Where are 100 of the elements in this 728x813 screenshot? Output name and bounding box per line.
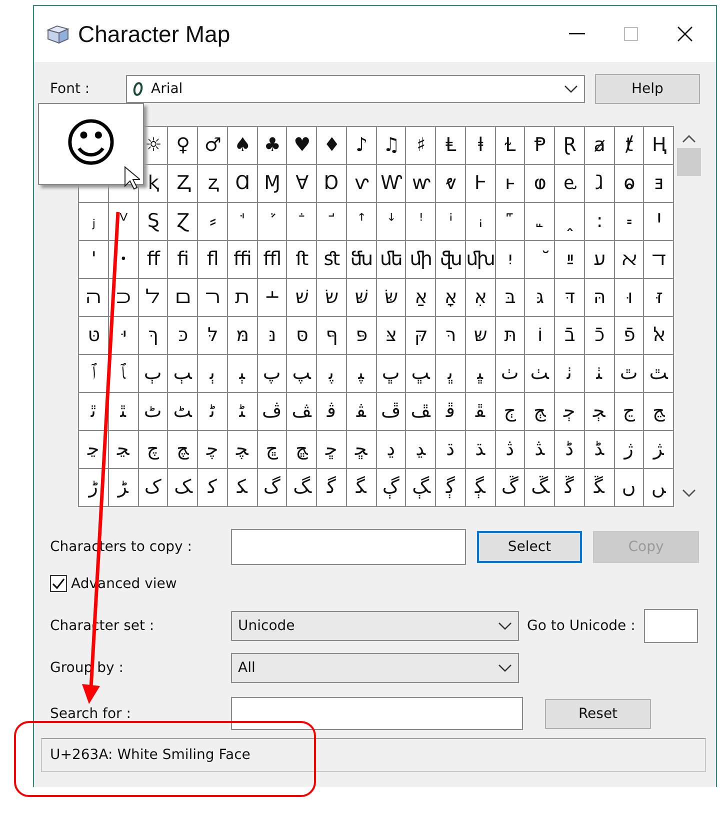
character-cell[interactable]: כּ: [168, 317, 198, 355]
character-cell[interactable]: ﭨ: [198, 393, 228, 431]
character-cell[interactable]: ꜙ: [287, 203, 317, 241]
character-cell[interactable]: קּ: [406, 317, 436, 355]
character-cell[interactable]: ﭲ: [496, 393, 526, 431]
character-cell[interactable]: ﮕ: [346, 469, 376, 507]
character-cell[interactable]: ꜞ: [436, 203, 466, 241]
character-cell[interactable]: ﭭ: [346, 393, 376, 431]
character-cell[interactable]: ﭐ: [79, 355, 109, 393]
character-cell[interactable]: Ᵽ: [525, 127, 555, 165]
character-cell[interactable]: ﮊ: [614, 431, 644, 469]
character-cell[interactable]: ꞏ: [108, 241, 138, 279]
character-cell[interactable]: יִ: [496, 241, 526, 279]
character-cell[interactable]: ﬨ: [228, 279, 258, 317]
character-cell[interactable]: ﭰ: [436, 393, 466, 431]
character-cell[interactable]: ﮜ: [555, 469, 585, 507]
character-cell[interactable]: ﬅ: [287, 241, 317, 279]
character-cell[interactable]: ﮆ: [496, 431, 526, 469]
character-cell[interactable]: ﭣ: [644, 355, 674, 393]
character-cell[interactable]: ﭜ: [436, 355, 466, 393]
character-cell[interactable]: לּ: [198, 317, 228, 355]
character-cell[interactable]: ײַ: [555, 241, 585, 279]
character-cell[interactable]: כֿ: [584, 317, 614, 355]
character-cell[interactable]: ﬗ: [466, 241, 496, 279]
scroll-thumb[interactable]: [677, 148, 701, 176]
go-to-unicode-field[interactable]: [644, 609, 698, 643]
character-cell[interactable]: ףּ: [317, 317, 347, 355]
character-cell[interactable]: ⱷ: [525, 165, 555, 203]
character-cell[interactable]: ﭻ: [168, 431, 198, 469]
character-cell[interactable]: ﭠ: [555, 355, 585, 393]
character-cell[interactable]: ﮓ: [287, 469, 317, 507]
character-cell[interactable]: ﭧ: [168, 393, 198, 431]
character-cell[interactable]: ꜠: [496, 203, 526, 241]
character-cell[interactable]: ﮅ: [466, 431, 496, 469]
character-cell[interactable]: ﭴ: [555, 393, 585, 431]
character-cell[interactable]: ﬩: [258, 279, 288, 317]
character-cell[interactable]: ﭒ: [138, 355, 168, 393]
scroll-down-icon[interactable]: [682, 488, 696, 498]
character-cell[interactable]: ﭙ: [346, 355, 376, 393]
character-cell[interactable]: ﬦ: [168, 279, 198, 317]
character-cell[interactable]: אּ: [466, 279, 496, 317]
character-cell[interactable]: ﭽ: [228, 431, 258, 469]
character-cell[interactable]: ⱶ: [496, 165, 526, 203]
character-cell[interactable]: ﬓ: [346, 241, 376, 279]
character-cell[interactable]: ﮎ: [138, 469, 168, 507]
character-cell[interactable]: ⱦ: [614, 127, 644, 165]
character-cell[interactable]: ﬕ: [406, 241, 436, 279]
character-cell[interactable]: ﮟ: [644, 469, 674, 507]
character-cell[interactable]: שּׂ: [376, 279, 406, 317]
character-cell[interactable]: ﭓ: [168, 355, 198, 393]
character-cell[interactable]: ⱬ: [198, 165, 228, 203]
character-cell[interactable]: Ɒ: [317, 165, 347, 203]
character-cell[interactable]: ♀: [168, 127, 198, 165]
character-cell[interactable]: ⱺ: [614, 165, 644, 203]
character-cell[interactable]: ﭏ: [644, 317, 674, 355]
character-cell[interactable]: ♯: [406, 127, 436, 165]
character-cell[interactable]: צּ: [376, 317, 406, 355]
character-cell[interactable]: דּ: [555, 279, 585, 317]
character-cell[interactable]: Ⱬ: [168, 165, 198, 203]
character-cell[interactable]: ♪: [346, 127, 376, 165]
character-cell[interactable]: ﬠ: [584, 241, 614, 279]
character-cell[interactable]: אָ: [436, 279, 466, 317]
character-cell[interactable]: ﭶ: [614, 393, 644, 431]
character-cell[interactable]: ﭮ: [376, 393, 406, 431]
character-cell[interactable]: ﭔ: [198, 355, 228, 393]
character-cell[interactable]: ﮝ: [584, 469, 614, 507]
character-cell[interactable]: ﭖ: [258, 355, 288, 393]
character-cell[interactable]: שׂ: [317, 279, 347, 317]
character-cell[interactable]: ﬃ: [228, 241, 258, 279]
character-cell[interactable]: ﭕ: [228, 355, 258, 393]
character-cell[interactable]: Ⱳ: [376, 165, 406, 203]
character-cell[interactable]: ﮗ: [406, 469, 436, 507]
character-cell[interactable]: ﬧ: [198, 279, 228, 317]
character-cell[interactable]: ﭷ: [644, 393, 674, 431]
character-cell[interactable]: Ꞌ: [644, 203, 674, 241]
character-cell[interactable]: ﮂ: [376, 431, 406, 469]
character-cell[interactable]: ⱳ: [406, 165, 436, 203]
character-cell[interactable]: Ⱡ: [436, 127, 466, 165]
character-cell[interactable]: ﮛ: [525, 469, 555, 507]
character-cell[interactable]: ﭸ: [79, 431, 109, 469]
character-cell[interactable]: ꞊: [614, 203, 644, 241]
character-cell[interactable]: ﭚ: [376, 355, 406, 393]
character-cell[interactable]: ♠: [228, 127, 258, 165]
character-cell[interactable]: ꜡: [525, 203, 555, 241]
character-cell[interactable]: ﭱ: [466, 393, 496, 431]
character-cell[interactable]: ⸗: [198, 203, 228, 241]
character-cell[interactable]: ﭤ: [79, 393, 109, 431]
character-cell[interactable]: ﬡ: [614, 241, 644, 279]
character-cell[interactable]: ⱻ: [644, 165, 674, 203]
character-cell[interactable]: מּ: [228, 317, 258, 355]
character-cell[interactable]: ﭡ: [584, 355, 614, 393]
character-cell[interactable]: ﮑ: [228, 469, 258, 507]
character-cell[interactable]: Ȿ: [138, 203, 168, 241]
select-button[interactable]: Select: [477, 531, 582, 563]
character-cell[interactable]: ﬁ: [168, 241, 198, 279]
character-cell[interactable]: ﭞ: [496, 355, 526, 393]
character-cell[interactable]: Ⱶ: [466, 165, 496, 203]
scroll-up-icon[interactable]: [682, 134, 696, 144]
character-cell[interactable]: ⱼ: [79, 203, 109, 241]
character-cell[interactable]: ꞌ: [79, 241, 109, 279]
